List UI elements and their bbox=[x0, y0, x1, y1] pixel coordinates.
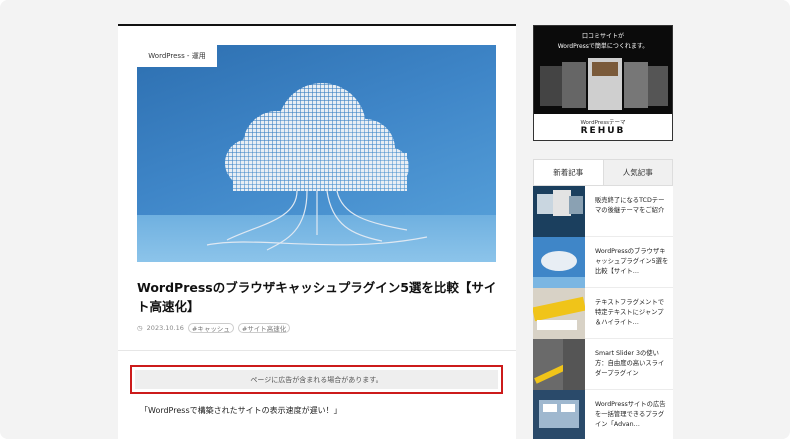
post-title: Smart Slider 3の使い方：自由度の高いスライダープラグイン bbox=[595, 350, 665, 377]
rehub-logo: REHUB bbox=[580, 126, 626, 136]
tag-site-speed[interactable]: #サイト高速化 bbox=[237, 323, 291, 333]
list-item[interactable]: WordPressサイトの広告を一括管理できるプラグイン「Advan… bbox=[533, 390, 673, 439]
post-thumbnail bbox=[533, 288, 585, 339]
tab-new-posts[interactable]: 新着記事 bbox=[534, 160, 604, 185]
article-meta: ◷ 2023.10.16 #キャッシュ #サイト高速化 bbox=[137, 322, 291, 334]
tab-popular-posts[interactable]: 人気記事 bbox=[603, 160, 672, 185]
post-title: WordPressサイトの広告を一括管理できるプラグイン「Advan… bbox=[595, 401, 666, 428]
post-title: テキストフラグメントで特定テキストにジャンプ＆ハイライト… bbox=[595, 299, 665, 326]
banner-line2: WordPressで簡単につくれます。 bbox=[557, 43, 649, 50]
browser-viewport: WordPress - 運用 WordPressのブラウザキャッシュプラグイン5… bbox=[0, 0, 790, 439]
hero-image[interactable]: WordPress - 運用 bbox=[137, 45, 496, 262]
banner-footer: WordPressテーマ REHUB bbox=[534, 114, 672, 140]
list-item[interactable]: 販売終了になるTCDテーマの後継テーマをご紹介 bbox=[533, 186, 673, 237]
screenshots-image bbox=[540, 58, 668, 110]
post-list: 販売終了になるTCDテーマの後継テーマをご紹介 WordPressのブラウザキャ… bbox=[533, 186, 673, 439]
article-card: WordPress - 運用 WordPressのブラウザキャッシュプラグイン5… bbox=[118, 24, 516, 439]
article-intro: 「WordPressで構築されたサイトの表示速度が遅い！」 bbox=[140, 406, 342, 415]
tag-cache[interactable]: #キャッシュ bbox=[187, 323, 234, 333]
ad-notice-text: ページに広告が含まれる場合があります。 bbox=[135, 370, 498, 389]
banner-line1: 口コミサイトが bbox=[581, 33, 624, 40]
list-item[interactable]: テキストフラグメントで特定テキストにジャンプ＆ハイライト… bbox=[533, 288, 673, 339]
post-thumbnail bbox=[533, 390, 585, 439]
post-thumbnail bbox=[533, 237, 585, 288]
cloud-illustration bbox=[137, 83, 496, 262]
post-title: 販売終了になるTCDテーマの後継テーマをご紹介 bbox=[595, 197, 665, 214]
divider bbox=[118, 350, 516, 351]
banner-theme-label: WordPressテーマ bbox=[580, 120, 626, 126]
ad-notice-box: ページに広告が含まれる場合があります。 bbox=[130, 365, 503, 394]
list-item[interactable]: WordPressのブラウザキャッシュプラグイン5選を比較【サイト… bbox=[533, 237, 673, 288]
clock-icon: ◷ bbox=[137, 324, 143, 332]
post-thumbnail bbox=[533, 339, 585, 390]
rehub-banner[interactable]: 口コミサイトが WordPressで簡単につくれます。 WordPressテーマ… bbox=[533, 25, 673, 141]
post-thumbnail bbox=[533, 186, 585, 237]
post-date: 2023.10.16 bbox=[146, 324, 184, 332]
post-tabs: 新着記事 人気記事 bbox=[533, 159, 673, 186]
list-item[interactable]: Smart Slider 3の使い方：自由度の高いスライダープラグイン bbox=[533, 339, 673, 390]
category-tag[interactable]: WordPress - 運用 bbox=[137, 45, 217, 67]
article-title: WordPressのブラウザキャッシュプラグイン5選を比較【サイト高速化】 bbox=[137, 280, 497, 314]
post-title: WordPressのブラウザキャッシュプラグイン5選を比較【サイト… bbox=[595, 248, 669, 275]
